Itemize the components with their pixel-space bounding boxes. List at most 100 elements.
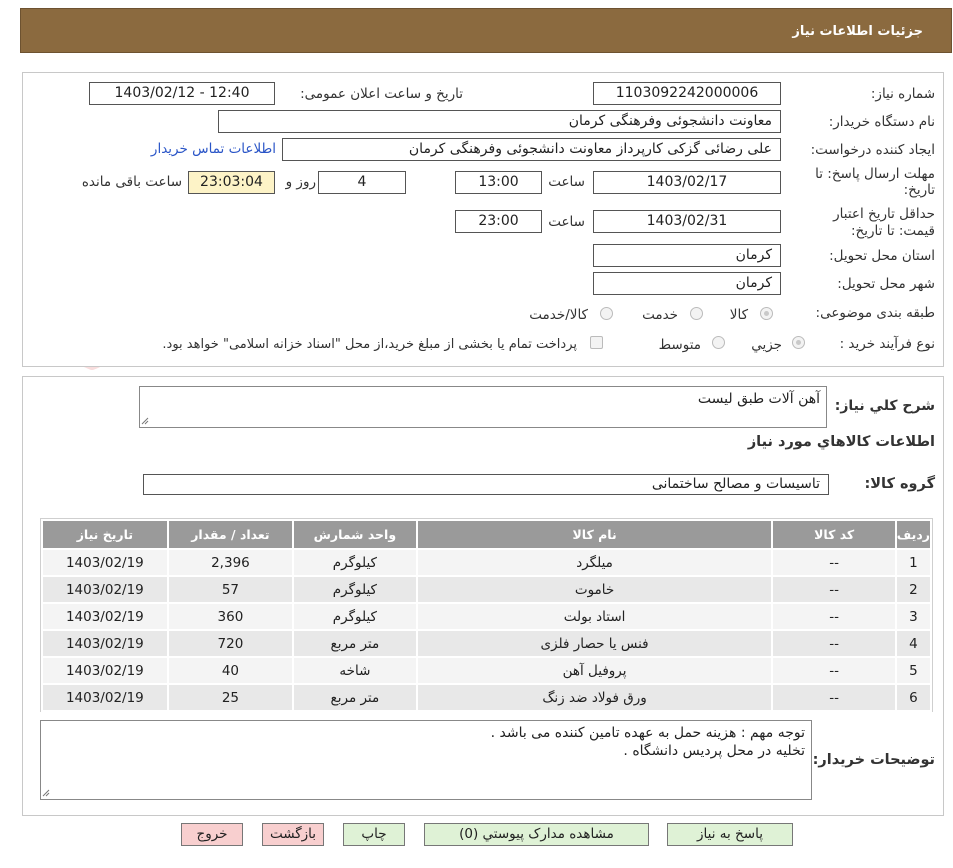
table-row: 4 -- فنس یا حصار فلزی متر مربع 720 1403/02/19 bbox=[41, 629, 933, 658]
items-table: رديف کد کالا نام کالا واحد شمارش تعداد /… bbox=[41, 519, 933, 712]
validity-label-2: قیمت: تا تاریخ: bbox=[851, 223, 935, 239]
need-date-cell: 1403/02/19 bbox=[41, 629, 169, 658]
need-date-cell: 1403/02/19 bbox=[41, 548, 169, 577]
summary-textarea[interactable]: آهن آلات طبق لیست bbox=[139, 386, 827, 428]
item-code-cell: -- bbox=[771, 548, 897, 577]
validity-label: حداقل تاریخ اعتبار bbox=[833, 206, 935, 222]
item-name-cell: پروفیل آهن bbox=[415, 656, 774, 685]
row-number-cell: 3 bbox=[894, 602, 933, 631]
category-option-goods: کالا bbox=[729, 307, 748, 323]
unit-cell: کیلوگرم bbox=[292, 602, 418, 631]
unit-cell: شاخه bbox=[292, 656, 418, 685]
deadline-label: مهلت ارسال پاسخ: تا bbox=[815, 166, 935, 182]
goods-info-title: اطلاعات کالاهاي مورد نياز bbox=[747, 434, 935, 450]
item-code-cell: -- bbox=[771, 629, 897, 658]
category-radio-goods[interactable] bbox=[760, 307, 773, 320]
exit-button[interactable]: خروج bbox=[181, 823, 243, 846]
buyer-contact-link[interactable]: اطلاعات تماس خریدار bbox=[151, 141, 276, 157]
table-row: 6 -- ورق فولاد ضد زنگ متر مربع 25 1403/02/19 bbox=[41, 683, 933, 712]
buyer-org-field: معاونت دانشجوئی وفرهنگی کرمان bbox=[218, 110, 781, 133]
requester-field: علی رضائی گزکی کارپرداز معاونت دانشجوئی … bbox=[282, 138, 781, 161]
unit-cell: کیلوگرم bbox=[292, 548, 418, 577]
days-remaining-field: 4 bbox=[318, 171, 406, 194]
unit-cell: متر مربع bbox=[292, 683, 418, 712]
header-row-number: رديف bbox=[894, 519, 933, 550]
quantity-cell: 360 bbox=[166, 602, 295, 631]
resize-handle-icon[interactable] bbox=[141, 417, 149, 425]
summary-text: آهن آلات طبق لیست bbox=[697, 391, 820, 407]
row-number-cell: 4 bbox=[894, 629, 933, 658]
unit-cell: کیلوگرم bbox=[292, 575, 418, 604]
item-code-cell: -- bbox=[771, 602, 897, 631]
table-row: 1 -- میلگرد کیلوگرم 2,396 1403/02/19 bbox=[41, 548, 933, 577]
treasury-payment-checkbox[interactable] bbox=[590, 336, 603, 349]
days-label: روز و bbox=[285, 174, 316, 190]
process-label: نوع فرآیند خرید : bbox=[839, 336, 935, 352]
province-field: کرمان bbox=[593, 244, 781, 267]
back-button[interactable]: بازگشت bbox=[262, 823, 324, 846]
resize-handle-icon[interactable] bbox=[42, 789, 50, 797]
quantity-cell: 2,396 bbox=[166, 548, 295, 577]
validity-time-field: 23:00 bbox=[455, 210, 542, 233]
summary-label: شرح کلي نياز: bbox=[834, 398, 935, 414]
table-row: 2 -- خاموت کیلوگرم 57 1403/02/19 bbox=[41, 575, 933, 604]
table-row: 5 -- پروفیل آهن شاخه 40 1403/02/19 bbox=[41, 656, 933, 685]
validity-time-label: ساعت bbox=[548, 214, 585, 230]
treasury-payment-note: پرداخت تمام یا بخشی از مبلغ خرید،از محل … bbox=[162, 337, 577, 352]
announce-label: تاریخ و ساعت اعلان عمومی: bbox=[300, 86, 463, 102]
need-date-cell: 1403/02/19 bbox=[41, 602, 169, 631]
category-option-goods-service: کالا/خدمت bbox=[529, 307, 588, 323]
print-button[interactable]: چاپ bbox=[343, 823, 405, 846]
item-name-cell: خاموت bbox=[415, 575, 774, 604]
announce-field: 1403/02/12 - 12:40 bbox=[89, 82, 275, 105]
quantity-cell: 40 bbox=[166, 656, 295, 685]
item-name-cell: استاد بولت bbox=[415, 602, 774, 631]
need-date-cell: 1403/02/19 bbox=[41, 575, 169, 604]
goods-group-field: تاسیسات و مصالح ساختمانی bbox=[143, 474, 829, 495]
category-radio-goods-service[interactable] bbox=[600, 307, 613, 320]
items-table-header-row: رديف کد کالا نام کالا واحد شمارش تعداد /… bbox=[41, 519, 933, 550]
quantity-cell: 57 bbox=[166, 575, 295, 604]
buyer-org-label: نام دستگاه خریدار: bbox=[828, 114, 935, 130]
need-date-cell: 1403/02/19 bbox=[41, 683, 169, 712]
city-label: شهر محل تحویل: bbox=[837, 276, 935, 292]
item-code-cell: -- bbox=[771, 683, 897, 712]
buyer-notes-line-1: توجه مهم : هزینه حمل به عهده تامین کننده… bbox=[490, 725, 805, 741]
category-radio-service[interactable] bbox=[690, 307, 703, 320]
header-item-name: نام کالا bbox=[415, 519, 774, 550]
quantity-cell: 25 bbox=[166, 683, 295, 712]
process-option-minor: جزیي bbox=[751, 337, 782, 353]
category-option-service: خدمت bbox=[642, 307, 678, 323]
requester-label: ایجاد کننده درخواست: bbox=[810, 142, 935, 158]
item-code-cell: -- bbox=[771, 575, 897, 604]
header-quantity: تعداد / مقدار bbox=[166, 519, 295, 550]
buyer-notes-line-2: تخلیه در محل پردیس دانشگاه . bbox=[623, 743, 805, 759]
buyer-notes-textarea[interactable]: توجه مهم : هزینه حمل به عهده تامین کننده… bbox=[40, 720, 812, 800]
item-name-cell: فنس یا حصار فلزی bbox=[415, 629, 774, 658]
need-date-cell: 1403/02/19 bbox=[41, 656, 169, 685]
items-table-frame: رديف کد کالا نام کالا واحد شمارش تعداد /… bbox=[40, 518, 933, 712]
row-number-cell: 5 bbox=[894, 656, 933, 685]
goods-group-label: گروه کالا: bbox=[864, 476, 935, 492]
row-number-cell: 2 bbox=[894, 575, 933, 604]
need-number-label: شماره نیاز: bbox=[870, 86, 935, 102]
row-number-cell: 6 bbox=[894, 683, 933, 712]
need-number-field: 1103092242000006 bbox=[593, 82, 781, 105]
category-label: طبقه بندی موضوعی: bbox=[815, 305, 935, 321]
process-radio-minor[interactable] bbox=[792, 336, 805, 349]
item-name-cell: میلگرد bbox=[415, 548, 774, 577]
table-row: 3 -- استاد بولت کیلوگرم 360 1403/02/19 bbox=[41, 602, 933, 631]
row-number-cell: 1 bbox=[894, 548, 933, 577]
item-code-cell: -- bbox=[771, 656, 897, 685]
remaining-time-label: ساعت باقی مانده bbox=[81, 174, 182, 190]
process-option-medium: متوسط bbox=[658, 337, 701, 353]
province-label: استان محل تحویل: bbox=[829, 248, 935, 264]
quantity-cell: 720 bbox=[166, 629, 295, 658]
city-field: کرمان bbox=[593, 272, 781, 295]
process-radio-medium[interactable] bbox=[712, 336, 725, 349]
view-attachments-button[interactable]: مشاهده مدارک پیوستي (0) bbox=[424, 823, 649, 846]
deadline-date-field: 1403/02/17 bbox=[593, 171, 781, 194]
deadline-time-field: 13:00 bbox=[455, 171, 542, 194]
reply-button[interactable]: پاسخ به نیاز bbox=[667, 823, 793, 846]
header-item-code: کد کالا bbox=[771, 519, 897, 550]
